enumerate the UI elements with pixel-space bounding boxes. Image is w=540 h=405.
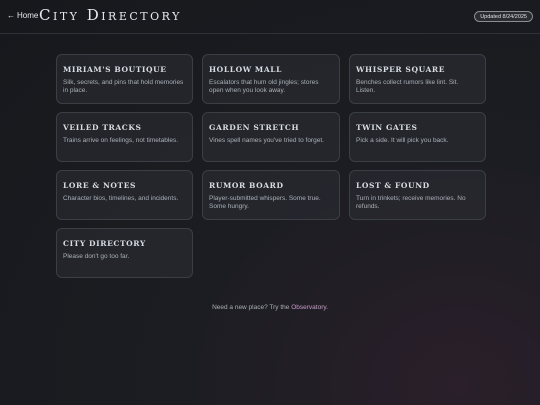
updated-badge: Updated 8/24/2025	[474, 11, 533, 22]
home-link[interactable]: ← Home	[7, 11, 38, 20]
card-title: Veiled Tracks	[63, 123, 142, 132]
footer-period: .	[326, 304, 328, 311]
card-veiled-tracks[interactable]: Veiled Tracks Trains arrive on feelings,…	[56, 112, 193, 162]
card-garden-stretch[interactable]: Garden Stretch Vines spell names you've …	[202, 112, 340, 162]
card-description: Pick a side. It will pick you back.	[356, 137, 449, 144]
card-lore-notes[interactable]: Lore & Notes Character bios, timelines, …	[56, 170, 193, 220]
card-rumor-board[interactable]: Rumor Board Player-submitted whispers. S…	[202, 170, 340, 220]
location-grid: Miriam's Boutique Silk, secrets, and pin…	[56, 54, 486, 278]
card-title: Miriam's Boutique	[63, 65, 167, 74]
card-title: Lost & Found	[356, 181, 430, 190]
card-title: Twin Gates	[356, 123, 418, 132]
card-description: Turn in trinkets; receive memories. No r…	[356, 195, 466, 211]
card-description: Escalators that hum old jingles; stores …	[209, 79, 319, 95]
card-title: Whisper Square	[356, 65, 446, 74]
card-twin-gates[interactable]: Twin Gates Pick a side. It will pick you…	[349, 112, 486, 162]
home-label: Home	[17, 11, 39, 20]
header: ← Home City Directory Updated 8/24/2025	[0, 0, 540, 34]
card-description: Vines spell names you've tried to forget…	[209, 137, 324, 144]
card-title: Lore & Notes	[63, 181, 137, 190]
card-description: Character bios, timelines, and incidents…	[63, 195, 179, 202]
card-description: Player-submitted whispers. Some true. So…	[209, 195, 321, 211]
card-title: Hollow Mall	[209, 65, 283, 74]
back-arrow-icon: ←	[7, 11, 15, 20]
card-whisper-square[interactable]: Whisper Square Benches collect rumors li…	[349, 54, 486, 104]
observatory-link[interactable]: Observatory	[291, 304, 326, 311]
card-lost-found[interactable]: Lost & Found Turn in trinkets; receive m…	[349, 170, 486, 220]
card-miriams-boutique[interactable]: Miriam's Boutique Silk, secrets, and pin…	[56, 54, 193, 104]
card-city-directory[interactable]: City Directory Please don't go too far.	[56, 228, 193, 278]
page-title: City Directory	[39, 6, 182, 24]
card-description: Silk, secrets, and pins that hold memori…	[63, 79, 184, 95]
card-description: Trains arrive on feelings, not timetable…	[63, 137, 179, 144]
card-title: City Directory	[63, 239, 146, 248]
footer-text: Need a new place? Try the	[212, 304, 292, 311]
card-description: Benches collect rumors like lint. Sit. L…	[356, 79, 459, 95]
card-title: Garden Stretch	[209, 123, 300, 132]
card-title: Rumor Board	[209, 181, 284, 190]
card-description: Please don't go too far.	[63, 253, 130, 260]
footer-note: Need a new place? Try the Observatory.	[0, 304, 540, 311]
card-hollow-mall[interactable]: Hollow Mall Escalators that hum old jing…	[202, 54, 340, 104]
